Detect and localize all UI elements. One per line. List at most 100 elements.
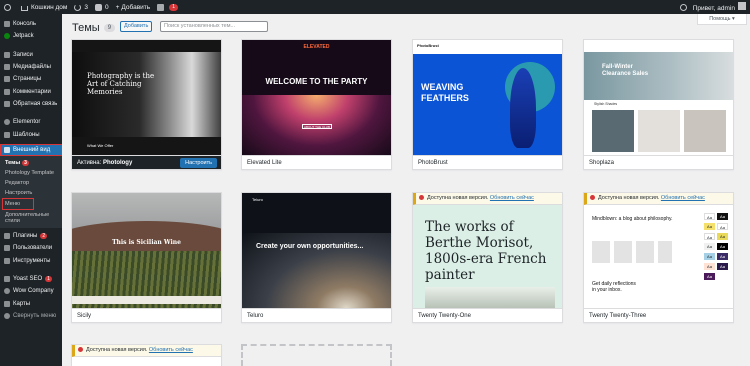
plugin-icon bbox=[4, 233, 10, 240]
notifications-link[interactable]: 1 bbox=[157, 3, 179, 11]
menu-item-dashboard[interactable]: Консоль bbox=[0, 18, 62, 30]
feedback-icon bbox=[4, 100, 10, 107]
admin-bar: Кошкин дом 3 0 + Добавить 1 Привет, admin bbox=[0, 0, 750, 14]
warning-icon bbox=[590, 195, 595, 201]
theme-card-elevated-lite[interactable]: ELEVATED WELCOME TO THE PARTY ABOUT THE … bbox=[241, 39, 392, 170]
home-icon bbox=[21, 5, 28, 11]
new-content-link[interactable]: + Добавить bbox=[116, 4, 151, 11]
theme-name: Sicily bbox=[72, 308, 221, 322]
yoast-badge: 1 bbox=[45, 276, 52, 282]
menu-item-appearance[interactable]: Внешний вид bbox=[0, 143, 62, 156]
submenu-menus[interactable]: Меню bbox=[2, 197, 34, 210]
menu-item-media[interactable]: Медиафайлы bbox=[0, 61, 62, 73]
theme-name-bar: Активна: Photology Настроить bbox=[72, 155, 221, 169]
plus-icon: + bbox=[115, 3, 120, 11]
menu-item-jetpack[interactable]: Jetpack bbox=[0, 30, 62, 42]
map-icon bbox=[4, 300, 10, 307]
theme-card-sicily[interactable]: This is Sicilian Wine Sicily bbox=[71, 192, 222, 323]
menu-item-yoast[interactable]: Yoast SEO 1 bbox=[0, 273, 62, 285]
submenu-editor[interactable]: Редактор bbox=[0, 178, 62, 188]
update-notice: Доступна новая версия. Обновить сейчас bbox=[413, 193, 562, 205]
menu-item-feedback[interactable]: Обратная связь bbox=[0, 98, 62, 110]
theme-card-twenty-twenty-three[interactable]: Доступна новая версия. Обновить сейчас M… bbox=[583, 192, 734, 323]
theme-card-shoplaza[interactable]: Fall-Winter Clearance Sales Stylish Shad… bbox=[583, 39, 734, 170]
menu-item-plugins[interactable]: Плагины 2 bbox=[0, 230, 62, 242]
theme-screenshot: Photography is the Art of Catching Memor… bbox=[72, 40, 221, 155]
menu-item-posts[interactable]: Записи bbox=[0, 49, 62, 61]
theme-screenshot: Teluro Create your own opportunities... bbox=[242, 193, 391, 308]
menu-item-tools[interactable]: Инструменты bbox=[0, 255, 62, 267]
page-heading: Темы 9 bbox=[72, 22, 116, 34]
theme-search-input[interactable]: Поиск установленных тем... bbox=[160, 21, 268, 32]
menu-item-users[interactable]: Пользователи bbox=[0, 242, 62, 254]
customize-button[interactable]: Настроить bbox=[180, 157, 217, 168]
update-now-link[interactable]: Обновить сейчас bbox=[661, 195, 705, 201]
submenu-photology-template[interactable]: Photology Template bbox=[0, 168, 62, 178]
theme-screenshot: Доступна новая версия. Обновить сейчас T… bbox=[413, 193, 562, 308]
theme-name: Teluro bbox=[242, 308, 391, 322]
menu-item-elementor[interactable]: Elementor bbox=[0, 116, 62, 128]
wow-icon bbox=[4, 288, 10, 295]
menu-item-wow-company[interactable]: Wow Company bbox=[0, 285, 62, 297]
updates-link[interactable]: 3 bbox=[74, 3, 88, 11]
collapse-menu-button[interactable]: Свернуть меню bbox=[0, 310, 62, 322]
theme-card-twenty-twenty-one[interactable]: Доступна новая версия. Обновить сейчас T… bbox=[412, 192, 563, 323]
theme-card-partial[interactable]: Доступна новая версия. Обновить сейчас bbox=[71, 344, 222, 366]
help-tab-button[interactable]: Помощь ▾ bbox=[697, 14, 747, 25]
update-notice: Доступна новая версия. Обновить сейчас bbox=[584, 193, 733, 205]
theme-count-badge: 9 bbox=[103, 24, 116, 32]
comments-link[interactable]: 0 bbox=[95, 3, 109, 11]
yoast-icon bbox=[4, 276, 10, 282]
menu-item-pages[interactable]: Страницы bbox=[0, 73, 62, 85]
theme-card-teluro[interactable]: Teluro Create your own opportunities... … bbox=[241, 192, 392, 323]
search-icon[interactable] bbox=[679, 3, 687, 11]
avatar bbox=[738, 2, 746, 10]
theme-card-photobrust[interactable]: PhotoBrust WEAVING FEATHERS PhotoBrust bbox=[412, 39, 563, 170]
theme-name: PhotoBrust bbox=[413, 155, 562, 169]
tools-icon bbox=[4, 257, 10, 264]
theme-screenshot: Fall-Winter Clearance Sales Stylish Shad… bbox=[584, 40, 733, 155]
comment-icon bbox=[95, 3, 102, 11]
templates-icon bbox=[4, 131, 10, 138]
menu-item-maps[interactable]: Карты bbox=[0, 297, 62, 309]
theme-card-photology[interactable]: Photography is the Art of Catching Memor… bbox=[71, 39, 222, 170]
appearance-submenu: Темы 3 Photology Template Редактор Настро… bbox=[0, 155, 62, 228]
page-icon bbox=[4, 76, 10, 83]
add-theme-button[interactable]: Добавить bbox=[120, 21, 153, 32]
wp-logo-menu[interactable] bbox=[4, 3, 14, 11]
update-notice: Доступна новая версия. Обновить сейчас bbox=[72, 345, 221, 357]
warning-icon bbox=[78, 347, 83, 353]
theme-screenshot: Доступна новая версия. Обновить сейчас M… bbox=[584, 193, 733, 308]
theme-name: Elevated Lite bbox=[242, 155, 391, 169]
theme-screenshot: ELEVATED WELCOME TO THE PARTY ABOUT THE … bbox=[242, 40, 391, 155]
screenshot-headline: Photography is the Art of Catching Memor… bbox=[87, 72, 155, 96]
collapse-icon bbox=[4, 312, 10, 319]
users-icon bbox=[4, 245, 10, 252]
submenu-customize[interactable]: Настроить bbox=[0, 188, 62, 198]
submenu-themes[interactable]: Темы 3 bbox=[0, 158, 62, 168]
theme-screenshot: PhotoBrust WEAVING FEATHERS bbox=[413, 40, 562, 155]
submenu-additional-css[interactable]: Дополнительные стили bbox=[0, 210, 50, 226]
account-link[interactable]: Привет, admin bbox=[693, 2, 746, 12]
update-now-link[interactable]: Обновить сейчас bbox=[149, 347, 193, 353]
menu-item-comments[interactable]: Комментарии bbox=[0, 85, 62, 97]
add-new-theme-tile[interactable] bbox=[241, 344, 392, 366]
notification-badge: 1 bbox=[169, 3, 179, 11]
themes-page: Помощь ▾ Темы 9 Добавить Поиск установле… bbox=[62, 14, 750, 366]
theme-name: Twenty Twenty-One bbox=[413, 308, 562, 322]
page-title: Темы bbox=[72, 22, 100, 34]
site-name-link[interactable]: Кошкин дом bbox=[21, 4, 67, 11]
themes-update-badge: 3 bbox=[22, 159, 29, 166]
comment-icon bbox=[4, 88, 10, 95]
plugins-update-badge: 2 bbox=[40, 233, 48, 240]
brush-icon bbox=[4, 146, 10, 153]
dashboard-icon bbox=[4, 21, 10, 28]
wordpress-icon bbox=[4, 3, 11, 11]
yoast-icon bbox=[157, 3, 165, 11]
media-icon bbox=[4, 64, 10, 71]
update-now-link[interactable]: Обновить сейчас bbox=[490, 195, 534, 201]
menu-item-templates[interactable]: Шаблоны bbox=[0, 128, 62, 140]
theme-name: Shoplaza bbox=[584, 155, 733, 169]
theme-name: Twenty Twenty-Three bbox=[584, 308, 733, 322]
updates-icon bbox=[74, 3, 82, 11]
